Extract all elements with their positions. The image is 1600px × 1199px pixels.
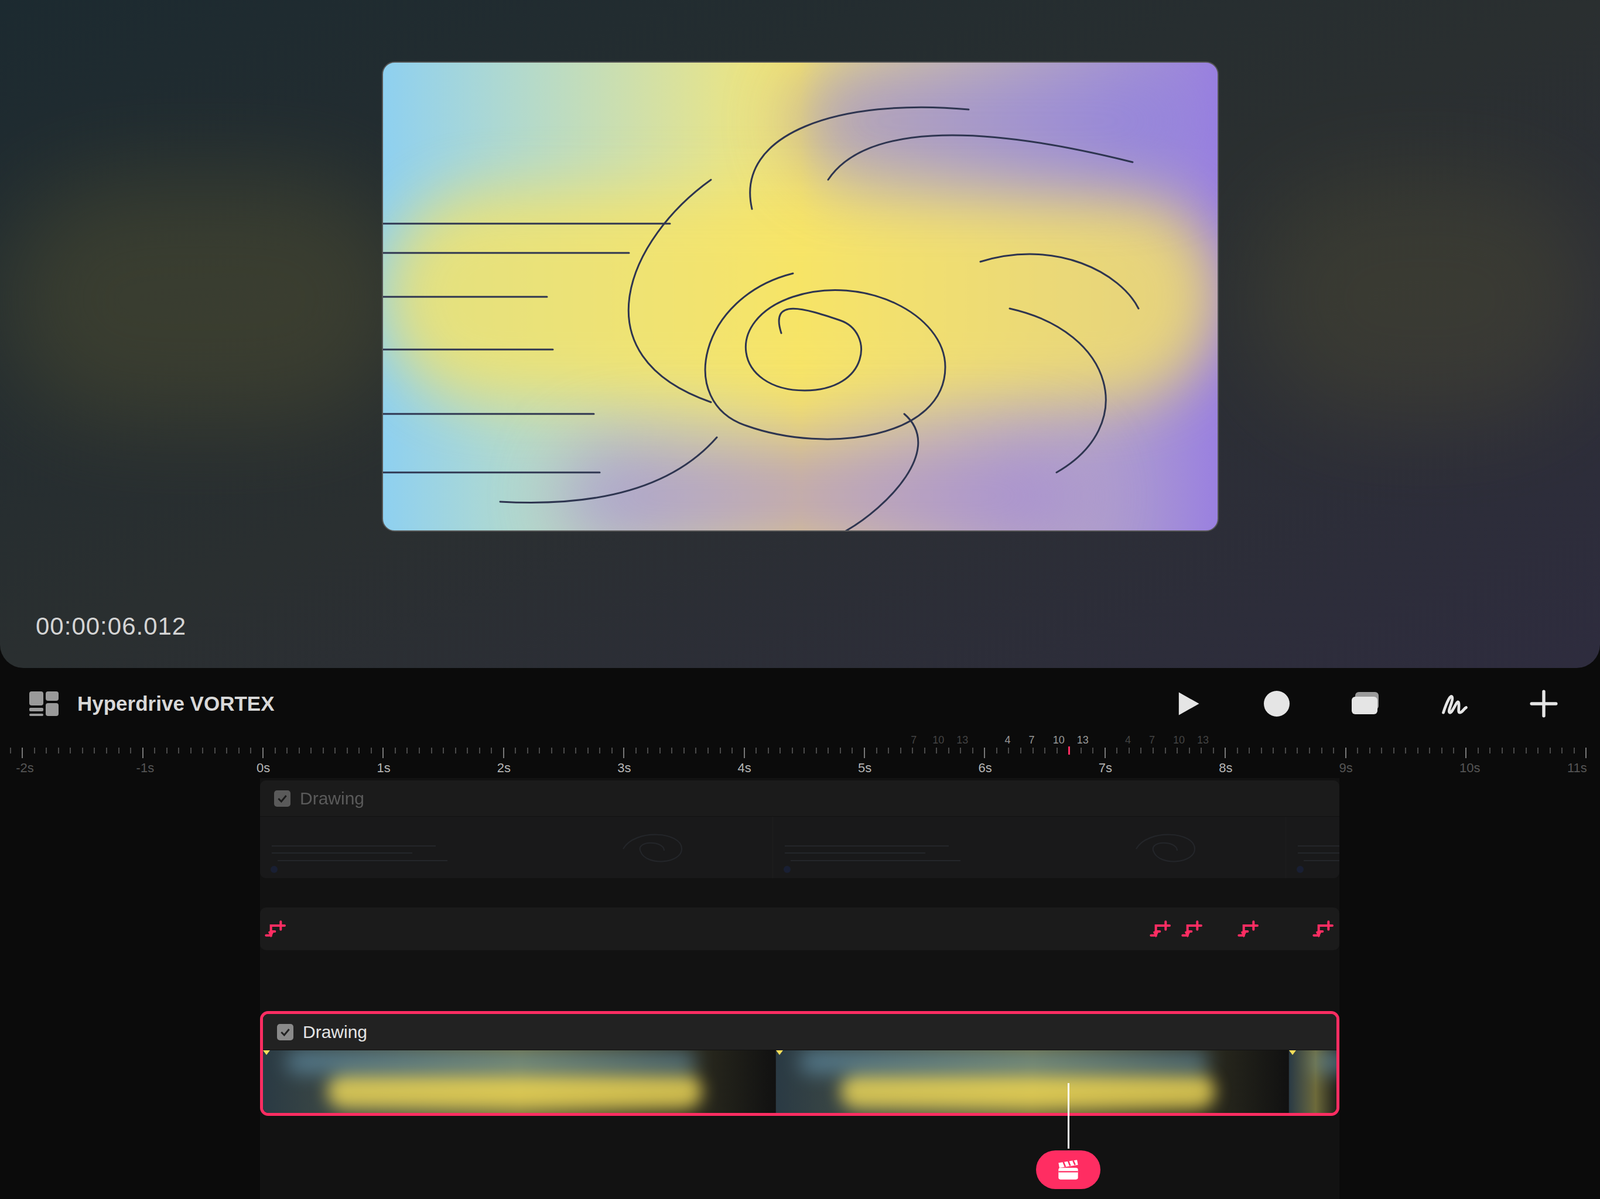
ruler-label: -2s: [15, 758, 34, 778]
frame-mark: 7: [910, 732, 917, 749]
track-thumbnail: [775, 1050, 1290, 1114]
track-checkbox[interactable]: [274, 790, 291, 808]
ruler-label: 4s: [737, 758, 752, 778]
layout-icon[interactable]: [28, 690, 60, 718]
ruler-label: 3s: [617, 758, 631, 778]
project-title[interactable]: Hyperdrive VORTEX: [77, 688, 275, 720]
track-header: Drawing: [262, 1014, 1337, 1051]
record-button[interactable]: [1260, 687, 1294, 721]
record-icon[interactable]: [1262, 689, 1291, 719]
track-thumbnail: [773, 816, 1287, 879]
preview-area: 00:00:06.012: [0, 0, 1600, 669]
check-icon: [276, 792, 289, 805]
swirl-drawing: [383, 62, 1219, 532]
track-thumbnail: [262, 1050, 776, 1114]
toolbar: Hyperdrive VORTEX: [0, 668, 1600, 740]
playhead-line: [1067, 1083, 1070, 1150]
ruler-label: 7s: [1098, 758, 1113, 778]
keyframe-icon[interactable]: [1149, 918, 1173, 939]
scribble-icon[interactable]: [1439, 688, 1470, 720]
frame-mark: 13: [1077, 732, 1089, 749]
ruler-label: 2s: [497, 758, 511, 778]
check-icon: [279, 1026, 292, 1039]
ruler-label: 6s: [978, 758, 992, 778]
ruler-label: 11s: [1567, 758, 1588, 778]
frame-mark: 10: [932, 732, 945, 749]
playhead-handle[interactable]: [1036, 1150, 1101, 1190]
keyframe-icon[interactable]: [1180, 918, 1205, 939]
app: 00:00:06.012Hyperdrive VORTEX71013471013…: [0, 0, 1600, 1199]
time-ruler[interactable]: 71013471013471013-2s-1s0s1s2s3s4s5s6s7s8…: [0, 739, 1600, 779]
frame-mark: 10: [1053, 732, 1065, 749]
track-thumbnail: [1286, 816, 1340, 879]
frame-mark: 10: [1173, 732, 1185, 749]
canvas[interactable]: [381, 61, 1219, 532]
layers-button[interactable]: [1349, 687, 1383, 721]
frame-mark: 7: [1028, 732, 1035, 749]
frame-mark: 4: [1004, 732, 1011, 749]
track-header: Drawing: [260, 780, 1340, 817]
playhead-tick: [1068, 746, 1070, 755]
track[interactable]: Drawing: [260, 1011, 1340, 1117]
ruler-label: 1s: [376, 758, 391, 778]
play-icon[interactable]: [1172, 688, 1203, 720]
timeline: Drawing Drawing: [0, 778, 1600, 1199]
keyframe-icon[interactable]: [264, 918, 288, 939]
timecode: 00:00:06.012: [35, 607, 187, 645]
ruler-label: -1s: [136, 758, 155, 778]
draw-button[interactable]: [1438, 687, 1472, 721]
track-name: Drawing: [302, 1019, 368, 1046]
frame-mark: 13: [1197, 732, 1209, 749]
track-name: Drawing: [299, 785, 365, 812]
track-checkbox[interactable]: [277, 1024, 294, 1041]
track-thumbnail: [260, 816, 774, 879]
ruler-label: 8s: [1218, 758, 1233, 778]
frame-mark: 13: [956, 732, 969, 749]
layers-icon[interactable]: [1349, 689, 1383, 719]
add-button[interactable]: [1527, 687, 1561, 721]
ruler-label: 5s: [857, 758, 872, 778]
ruler-label: 10s: [1459, 758, 1480, 778]
ruler-label: 0s: [256, 758, 270, 778]
play-button[interactable]: [1171, 687, 1205, 721]
clapperboard-icon: [1056, 1159, 1080, 1182]
keyframe-icon[interactable]: [1311, 918, 1336, 939]
track-thumbnail: [1289, 1050, 1340, 1114]
plus-icon[interactable]: [1529, 689, 1559, 719]
frame-mark: 7: [1149, 732, 1155, 749]
track[interactable]: Drawing: [260, 780, 1340, 879]
ruler-label: 9s: [1339, 758, 1353, 778]
frame-mark: 4: [1125, 732, 1131, 749]
keyframe-icon[interactable]: [1236, 918, 1261, 939]
keyframe-row[interactable]: [260, 907, 1340, 951]
